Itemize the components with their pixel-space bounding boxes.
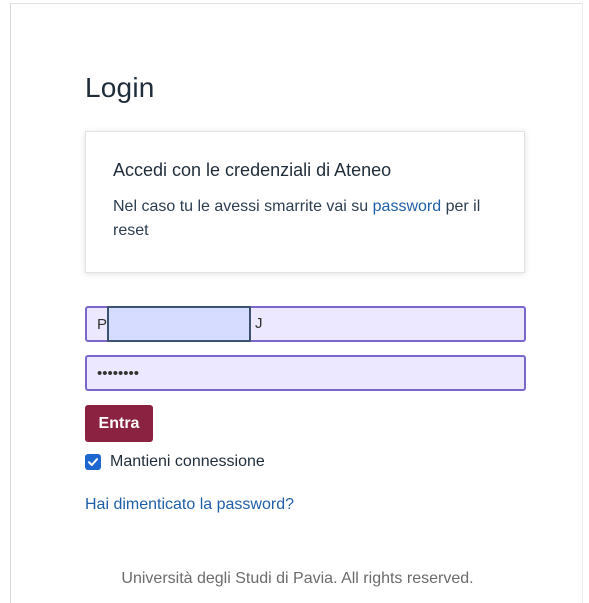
forgot-password-link[interactable]: Hai dimenticato la password? [85, 496, 294, 514]
remember-me[interactable]: Mantieni connessione [85, 453, 265, 471]
page-title: Login [85, 72, 155, 103]
login-button[interactable]: Entra [85, 405, 153, 442]
password-input[interactable] [85, 355, 526, 391]
checkmark-icon [88, 458, 98, 466]
info-card: Accedi con le credenziali di Ateneo Nel … [85, 131, 525, 273]
info-card-text: Nel caso tu le avessi smarrite vai su pa… [113, 195, 497, 243]
remember-label: Mantieni connessione [110, 453, 265, 470]
redaction-box [107, 306, 251, 342]
login-page: Login Accedi con le credenziali di Atene… [10, 3, 583, 603]
info-text-before-link: Nel caso tu le avessi smarrite vai su [113, 198, 373, 215]
username-tail-text: J [255, 315, 263, 332]
remember-checkbox[interactable] [85, 454, 101, 470]
info-card-title: Accedi con le credenziali di Ateneo [113, 160, 392, 180]
password-reset-link[interactable]: password [373, 198, 441, 215]
footer-copyright: Università degli Studi di Pavia. All rig… [121, 570, 474, 587]
